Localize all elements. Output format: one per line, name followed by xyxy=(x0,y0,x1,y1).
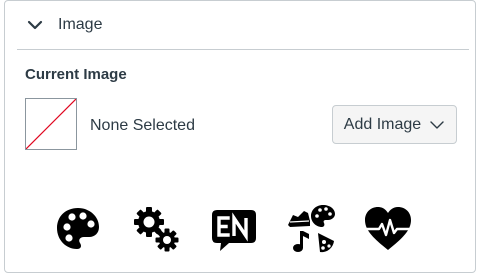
empty-image-placeholder xyxy=(25,98,77,150)
language-en-icon xyxy=(212,210,256,251)
current-image-label: Current Image xyxy=(25,66,127,83)
add-image-label: Add Image xyxy=(343,115,422,133)
image-status-text: None Selected xyxy=(90,117,195,134)
language-option[interactable] xyxy=(209,204,259,254)
electives-icon xyxy=(288,205,335,253)
heartbeat-option[interactable] xyxy=(363,204,413,254)
electives-option[interactable] xyxy=(287,204,337,254)
chevron-down-icon xyxy=(27,20,43,30)
section-title: Image xyxy=(58,16,103,33)
heartbeat-icon xyxy=(365,207,411,250)
gears-icon xyxy=(134,207,179,252)
image-options-panel: Image Current Image None Selected Add Im… xyxy=(4,0,476,273)
palette-icon xyxy=(57,208,99,249)
image-preview xyxy=(25,98,77,150)
chevron-down-icon xyxy=(430,120,444,129)
image-section-toggle[interactable]: Image xyxy=(17,1,469,50)
add-image-button[interactable]: Add Image xyxy=(332,105,457,144)
palette-option[interactable] xyxy=(53,204,103,254)
gears-option[interactable] xyxy=(131,204,181,254)
icon-options-row xyxy=(5,204,477,254)
